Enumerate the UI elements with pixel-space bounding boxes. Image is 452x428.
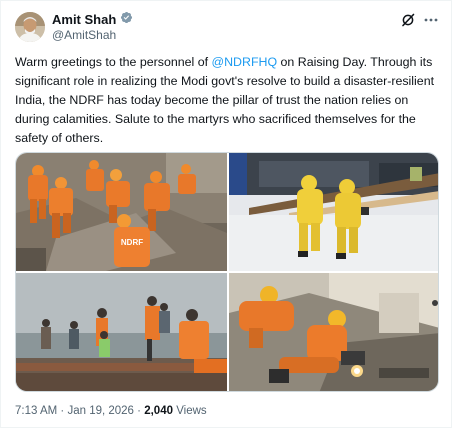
meta-separator: · [60, 405, 65, 417]
tweet-text: Warm greetings to the personnel of @NDRF… [15, 53, 443, 148]
tweet-text-intro: Warm greetings to the personnel of [15, 55, 212, 69]
photo-coastal-team[interactable] [16, 273, 227, 391]
photo-cutting-rubble[interactable] [229, 273, 438, 391]
photo-rescue-rubble[interactable]: NDRF [16, 153, 227, 271]
mention-link[interactable]: @NDRFHQ [212, 55, 278, 69]
photo-grid: NDRF [15, 152, 439, 392]
verified-badge-icon [120, 11, 133, 29]
grok-icon[interactable] [401, 13, 415, 27]
tweet-date[interactable]: Jan 19, 2026 [67, 405, 134, 417]
author-display-name[interactable]: Amit Shah [52, 12, 116, 28]
avatar[interactable] [15, 12, 45, 42]
author-handle[interactable]: @AmitShah [52, 28, 116, 43]
views-count: 2,040 [144, 405, 173, 417]
tweet-card: Amit Shah @AmitShah Warm greetings to th… [0, 0, 452, 428]
tweet-meta: 7:13 AM · Jan 19, 2026 · 2,040 Views [15, 404, 207, 418]
author-name-row[interactable]: Amit Shah [52, 11, 133, 29]
tweet-time[interactable]: 7:13 AM [15, 405, 57, 417]
photo-text-ndrf: NDRF [121, 238, 143, 247]
meta-separator-2: · [137, 405, 142, 417]
more-icon[interactable] [423, 13, 439, 27]
photo-hazmat-train[interactable] [229, 153, 438, 271]
views-label: Views [176, 405, 207, 417]
